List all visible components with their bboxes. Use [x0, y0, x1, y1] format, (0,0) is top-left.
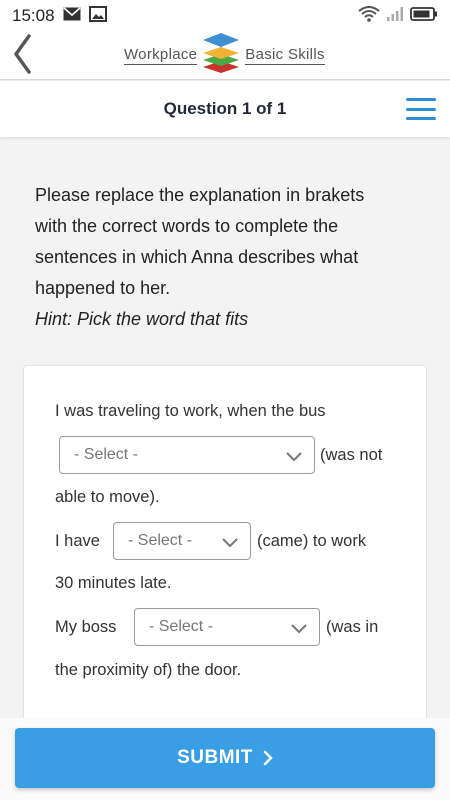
signal-icon: [386, 6, 404, 27]
menu-line: [406, 98, 436, 101]
chevron-down-icon: [222, 535, 238, 553]
sentence2-start: I have: [55, 532, 100, 550]
question-bar: Question 1 of 1: [0, 81, 450, 137]
exercise-card: I was traveling to work, when the bus - …: [23, 365, 427, 745]
mail-icon: [63, 6, 81, 26]
battery-icon: [410, 6, 438, 26]
logo-word-left: Workplace: [124, 45, 198, 65]
image-icon: [88, 5, 107, 27]
instruction-line: with the correct words to complete the: [35, 216, 339, 236]
instruction-line: happened to her.: [35, 278, 171, 298]
select-value: - Select -: [149, 618, 214, 635]
status-time: 15:08: [12, 6, 55, 25]
submit-button[interactable]: SUBMIT: [15, 728, 435, 788]
chevron-down-icon: [286, 449, 302, 467]
wifi-icon: [358, 5, 380, 27]
instruction-line: Please replace the explanation in braket…: [35, 185, 365, 205]
sentence1-end: able to move).: [55, 488, 160, 506]
sentence1-after: (was not: [320, 446, 383, 464]
chevron-down-icon: [291, 621, 307, 639]
back-icon[interactable]: [8, 32, 36, 76]
instructions: Please replace the explanation in braket…: [35, 180, 415, 335]
menu-line: [406, 117, 436, 120]
logo-stack-icon: [201, 31, 241, 80]
hint-text: Hint: Pick the word that fits: [35, 309, 249, 329]
sentence1-start: I was traveling to work, when the bus: [55, 402, 326, 420]
submit-label: SUBMIT: [177, 747, 253, 768]
chevron-right-icon: [263, 750, 273, 766]
status-indicators: [358, 5, 438, 27]
select-dropdown-1[interactable]: - Select -: [59, 436, 315, 474]
sentence2-end: 30 minutes late.: [55, 574, 172, 592]
logo-word-right: Basic Skills: [245, 45, 325, 65]
select-dropdown-2[interactable]: - Select -: [113, 522, 251, 560]
app-logo: Workplace Basic Skills: [124, 32, 325, 78]
question-title: Question 1 of 1: [163, 99, 287, 118]
sentence3-after: (was in: [326, 618, 379, 636]
select-dropdown-3[interactable]: - Select -: [134, 608, 320, 646]
instruction-line: sentences in which Anna describes what: [35, 247, 359, 267]
sentence2-after: (came) to work: [257, 532, 367, 550]
select-value: - Select -: [74, 446, 139, 463]
hamburger-menu-icon[interactable]: [406, 95, 436, 123]
sentence3-end: the proximity of) the door.: [55, 661, 242, 679]
menu-line: [406, 107, 436, 111]
app-header: Workplace Basic Skills: [0, 32, 450, 80]
select-value: - Select -: [128, 532, 193, 549]
sentence3-start: My boss: [55, 618, 117, 636]
status-bar: 15:08: [0, 0, 450, 32]
